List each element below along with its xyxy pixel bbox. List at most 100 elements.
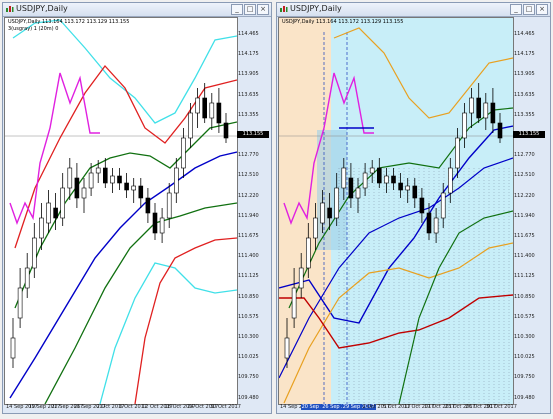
candlestick-body <box>174 167 179 194</box>
date-tick-label: 30 Oct 2017 <box>210 404 241 410</box>
time-axis[interactable]: 14 Sep 2017 19 Sep 2017 22 Sep 2017 26 Sep … <box>4 403 241 413</box>
candlestick-body <box>455 137 460 169</box>
current-price-marker: 113.155 <box>237 131 269 138</box>
date-tick-label: 30 Oct 2017 <box>486 404 517 410</box>
candlestick-body <box>181 137 186 169</box>
time-axis[interactable]: 14 Sep 2017 20 Sep 2017 26 Sep 2017 29 Sep … <box>278 403 517 413</box>
candlestick-body <box>138 185 144 199</box>
price-tick-label: 113.905 <box>514 71 535 78</box>
candlestick-body <box>334 187 340 219</box>
price-tick-label: 110.575 <box>514 313 535 320</box>
candlestick-body <box>95 167 101 174</box>
candlestick-body <box>53 207 58 219</box>
candlestick-body <box>419 197 425 214</box>
candlestick-body <box>384 175 389 184</box>
price-tick-label: 110.300 <box>238 334 259 340</box>
candlestick-body <box>433 217 439 234</box>
candlestick-body <box>341 167 347 189</box>
price-tick-label: 112.770 <box>514 152 535 159</box>
candlestick-body <box>348 177 354 199</box>
candlestick-body <box>110 175 115 184</box>
candlestick-body <box>305 237 311 269</box>
price-chart[interactable]: USDJPY,Daily 113.164 113.172 113.129 113… <box>278 17 514 405</box>
candlestick-body <box>320 202 325 224</box>
candlestick-body <box>377 167 382 184</box>
price-tick-label: 112.220 <box>238 192 259 199</box>
candlestick-body <box>74 177 80 199</box>
minimize-button[interactable]: _ <box>231 4 243 15</box>
price-tick-label: 111.125 <box>238 273 259 280</box>
band-mid-lower-line <box>134 237 237 404</box>
price-tick-label: 113.355 <box>238 111 259 118</box>
maximize-button[interactable]: □ <box>244 4 256 15</box>
price-tick-label: 111.675 <box>238 233 259 239</box>
candlestick-body <box>60 187 66 219</box>
candlestick-body <box>17 287 23 319</box>
candlestick-body <box>195 97 200 114</box>
candlestick-body <box>188 112 193 139</box>
price-tick-label: 111.400 <box>514 253 535 260</box>
candlestick-body <box>88 172 94 189</box>
maximize-button[interactable]: □ <box>523 4 535 15</box>
candlestick-body <box>145 197 151 214</box>
price-tick-label: 111.675 <box>514 233 535 239</box>
moving-average-line <box>9 151 237 399</box>
price-tick-label: 109.480 <box>514 394 535 401</box>
candlestick-body <box>202 97 207 119</box>
candlestick-body <box>166 192 172 219</box>
candlestick-body <box>462 112 467 139</box>
price-tick-label: 109.480 <box>238 394 259 401</box>
candlestick-body <box>369 167 375 174</box>
candlestick-body <box>448 167 453 194</box>
price-chart[interactable]: USDJPY,Daily 113.164 113.172 113.129 113… <box>4 17 238 405</box>
price-tick-label: 112.510 <box>238 172 259 179</box>
candlestick-body <box>490 102 496 124</box>
candlestick-body <box>298 267 304 289</box>
close-button[interactable]: × <box>536 4 548 15</box>
price-tick-label: 114.175 <box>514 51 535 58</box>
candlestick-body <box>223 122 229 139</box>
candlestick-body <box>131 185 136 191</box>
candlestick-body <box>67 167 73 189</box>
price-tick-label: 114.175 <box>238 51 259 58</box>
chart-info-line: USDJPY,Daily 113.164 113.172 113.129 113… <box>282 19 404 25</box>
price-tick-label: 114.465 <box>514 31 535 37</box>
close-button[interactable]: × <box>257 4 269 15</box>
price-tick-label: 113.905 <box>238 71 259 78</box>
window-titlebar[interactable]: USDJPY,Daily _ □ × <box>277 3 550 17</box>
price-tick-label: 111.400 <box>238 253 259 260</box>
price-tick-label: 112.220 <box>514 192 535 199</box>
price-tick-label: 112.770 <box>238 152 259 159</box>
band-inner-lower-line <box>44 202 237 404</box>
price-axis[interactable]: 114.465114.175113.905113.635113.355113.0… <box>237 17 271 403</box>
price-tick-label: 110.300 <box>514 334 535 340</box>
candlestick-body <box>81 187 87 199</box>
chart-icon <box>6 6 14 12</box>
price-tick-label: 114.465 <box>238 31 259 37</box>
candlestick-body <box>10 337 16 359</box>
candlestick-body <box>483 102 489 119</box>
price-tick-label: 110.575 <box>238 313 259 320</box>
candlestick-body <box>209 102 215 119</box>
candlestick-body <box>327 207 332 219</box>
minimize-button[interactable]: _ <box>510 4 522 15</box>
price-tick-label: 111.940 <box>238 212 259 219</box>
price-tick-label: 113.635 <box>514 91 535 98</box>
chart-window-left[interactable]: USDJPY,Daily _ □ × USDJPY,Daily 113.164 … <box>2 2 272 414</box>
candlestick-body <box>124 182 129 191</box>
price-tick-label: 111.125 <box>514 273 535 280</box>
candlestick-body <box>398 182 403 191</box>
indicator-label: 3(usgray) 1 (20m) 0 <box>8 26 59 32</box>
candlestick-body <box>426 212 432 234</box>
candlestick-body <box>469 97 474 114</box>
chart-icon <box>280 6 288 12</box>
current-price-marker: 113.155 <box>513 131 545 138</box>
candlestick-body <box>391 175 396 184</box>
price-axis[interactable]: 114.465114.175113.905113.635113.355113.0… <box>513 17 547 403</box>
candlestick-body <box>117 175 122 184</box>
price-tick-label: 109.750 <box>238 374 259 381</box>
window-titlebar[interactable]: USDJPY,Daily _ □ × <box>3 3 271 17</box>
price-tick-label: 113.635 <box>238 91 259 98</box>
candlestick-body <box>313 217 318 239</box>
chart-window-right[interactable]: USDJPY,Daily _ □ × USDJPY,Daily 113.164 … <box>276 2 551 414</box>
